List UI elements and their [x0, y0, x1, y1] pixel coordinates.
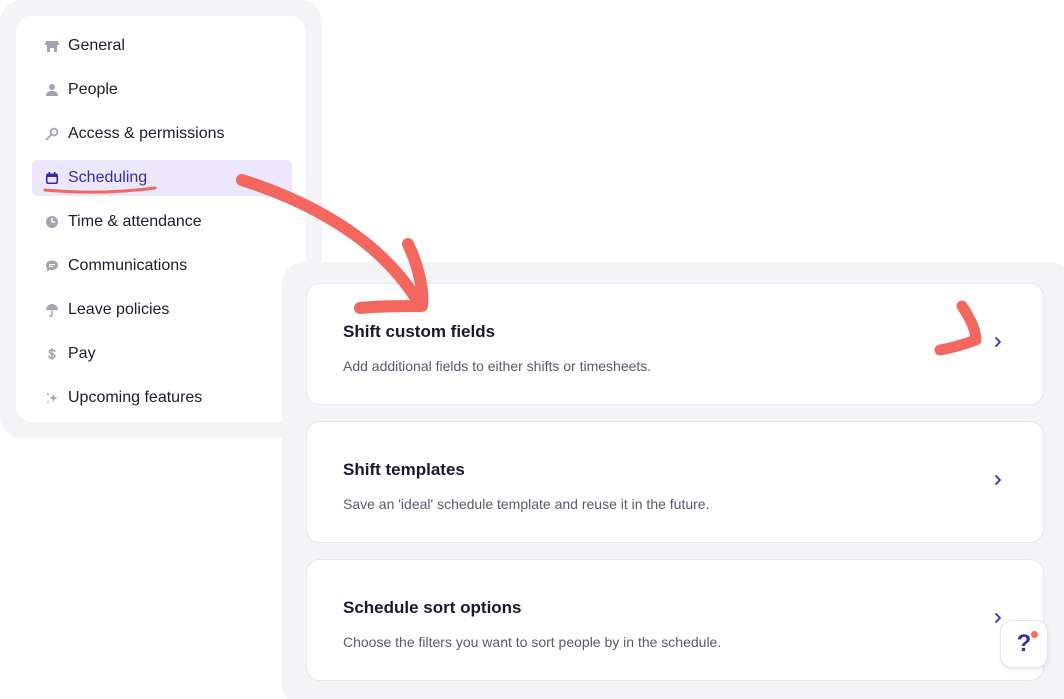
card-title: Shift custom fields: [343, 322, 496, 341]
notification-dot: [1031, 631, 1038, 638]
sidebar-item-scheduling[interactable]: Scheduling: [32, 160, 292, 196]
sidebar-item-label: Time & attendance: [68, 213, 202, 230]
key-icon: [44, 126, 60, 142]
sidebar-item-communications[interactable]: Communications: [32, 248, 292, 284]
sidebar-item-label: Upcoming features: [68, 389, 203, 406]
sidebar-item-people[interactable]: People: [32, 72, 292, 108]
chat-icon: [44, 258, 60, 274]
clock-icon: [44, 214, 60, 230]
card-shift-templates[interactable]: Shift templates Save an 'ideal' schedule…: [306, 421, 1044, 543]
card-description: Choose the filters you want to sort peop…: [343, 634, 722, 650]
calendar-icon: [44, 170, 60, 186]
card-schedule-sort-options[interactable]: Schedule sort options Choose the filters…: [306, 559, 1044, 681]
sidebar-item-label: Scheduling: [68, 169, 148, 186]
card-title: Schedule sort options: [343, 598, 522, 617]
sidebar-item-leave-policies[interactable]: Leave policies: [32, 292, 292, 328]
card-title: Shift templates: [343, 460, 465, 479]
store-icon: [44, 38, 60, 54]
sidebar-item-pay[interactable]: Pay: [32, 336, 292, 372]
person-icon: [44, 82, 60, 98]
dollar-icon: [44, 346, 60, 362]
sidebar-item-label: Access & permissions: [68, 125, 225, 142]
settings-sidebar: General People Access & permissions Sche…: [16, 16, 306, 422]
chevron-right-icon: [995, 337, 1001, 347]
sidebar-item-label: General: [68, 37, 125, 54]
sparkle-icon: [44, 390, 60, 406]
sidebar-item-label: Communications: [68, 257, 188, 274]
sidebar-item-label: Leave policies: [68, 301, 170, 318]
umbrella-icon: [44, 302, 60, 318]
chevron-right-icon: [995, 475, 1001, 485]
sidebar-item-label: People: [68, 81, 118, 98]
sidebar-item-upcoming-features[interactable]: Upcoming features: [32, 380, 292, 416]
card-shift-custom-fields[interactable]: Shift custom fields Add additional field…: [306, 283, 1044, 405]
card-description: Save an 'ideal' schedule template and re…: [343, 496, 710, 512]
help-button[interactable]: ?: [1000, 620, 1048, 668]
card-description: Add additional fields to either shifts o…: [343, 358, 652, 374]
sidebar-item-general[interactable]: General: [32, 28, 292, 64]
sidebar-item-label: Pay: [68, 345, 96, 362]
sidebar-item-time-attendance[interactable]: Time & attendance: [32, 204, 292, 240]
sidebar-item-access-permissions[interactable]: Access & permissions: [32, 116, 292, 152]
question-mark-icon: ?: [1016, 630, 1032, 657]
